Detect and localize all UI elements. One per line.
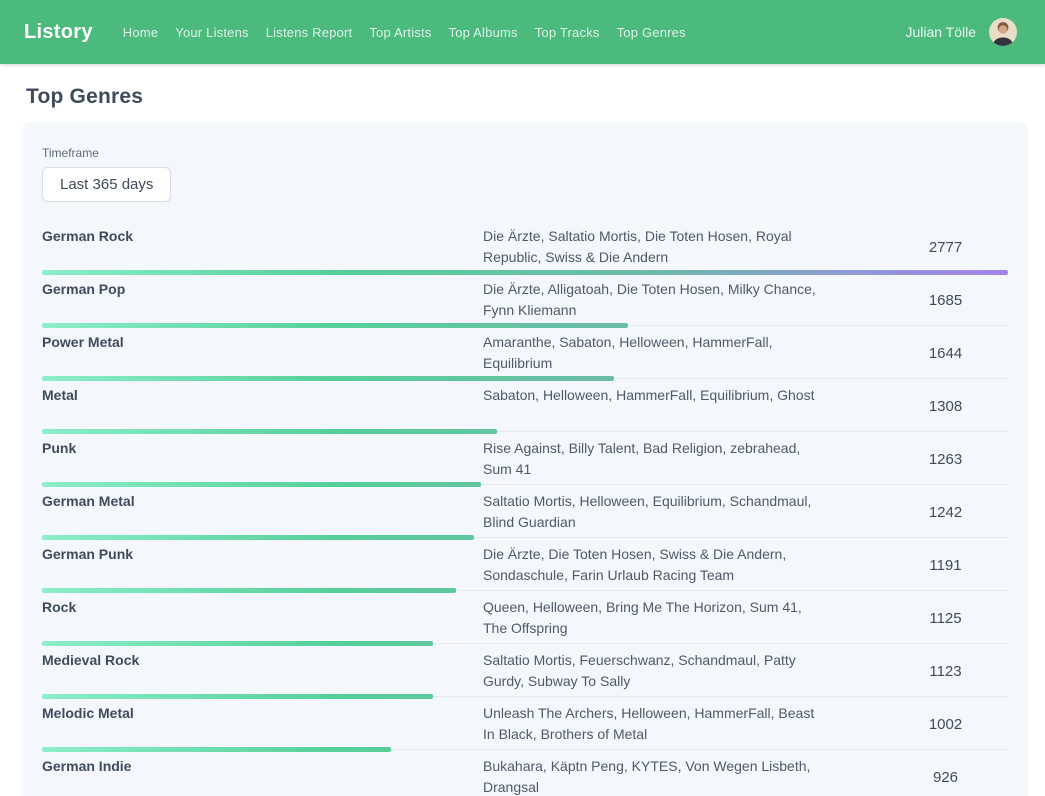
brand-logo[interactable]: Listory	[24, 21, 93, 44]
genre-row-columns: Medieval Rock Saltatio Mortis, Feuerschw…	[42, 650, 1008, 692]
genre-bar-track	[42, 641, 1008, 646]
genre-list: German Rock Die Ärzte, Saltatio Mortis, …	[42, 222, 1008, 796]
nav-item-listens-report[interactable]: Listens Report	[266, 25, 353, 40]
genre-row-columns: German Metal Saltatio Mortis, Helloween,…	[42, 491, 1008, 533]
genre-row-columns: German Pop Die Ärzte, Alligatoah, Die To…	[42, 279, 1008, 321]
genre-bar-track	[42, 429, 1008, 434]
genre-name: German Pop	[42, 279, 483, 321]
genre-row-columns: Power Metal Amaranthe, Sabaton, Hellowee…	[42, 332, 1008, 374]
genre-count: 1125	[883, 610, 1008, 627]
genre-count: 1123	[883, 663, 1008, 680]
nav-links: Home Your Listens Listens Report Top Artist…	[123, 25, 686, 40]
nav-item-top-genres[interactable]: Top Genres	[617, 25, 686, 40]
genre-bar	[42, 482, 481, 487]
genre-count: 1685	[883, 292, 1008, 309]
genre-count: 1242	[883, 504, 1008, 521]
app-navbar: Listory Home Your Listens Listens Report To…	[0, 0, 1045, 64]
user-name: Julian Tölle	[905, 24, 976, 40]
genre-row: German Pop Die Ärzte, Alligatoah, Die To…	[42, 275, 1008, 328]
genre-count: 1644	[883, 345, 1008, 362]
main-content: Top Genres Timeframe Last 365 days Germa…	[0, 85, 1045, 796]
genre-count: 1002	[883, 716, 1008, 733]
genre-bar-track	[42, 323, 1008, 328]
timeframe-group: Timeframe Last 365 days	[42, 146, 1008, 202]
genre-bar-track	[42, 535, 1008, 540]
nav-item-home[interactable]: Home	[123, 25, 158, 40]
genre-count: 1191	[883, 557, 1008, 574]
genre-bar-track	[42, 588, 1008, 593]
genre-artists: Saltatio Mortis, Helloween, Equilibrium,…	[483, 491, 828, 533]
genre-artists: Rise Against, Billy Talent, Bad Religion…	[483, 438, 828, 480]
genre-bar-track	[42, 482, 1008, 487]
genre-count: 926	[883, 769, 1008, 786]
genre-artists: Bukahara, Käptn Peng, KYTES, Von Wegen L…	[483, 756, 828, 796]
genre-bar-track	[42, 694, 1008, 699]
genre-artists: Amaranthe, Sabaton, Helloween, HammerFal…	[483, 332, 828, 374]
genre-row-columns: German Rock Die Ärzte, Saltatio Mortis, …	[42, 226, 1008, 268]
genre-row-columns: German Punk Die Ärzte, Die Toten Hosen, …	[42, 544, 1008, 586]
genre-name: German Indie	[42, 756, 483, 796]
genre-bar	[42, 323, 628, 328]
genre-artists: Die Ärzte, Saltatio Mortis, Die Toten Ho…	[483, 226, 828, 268]
genre-name: German Metal	[42, 491, 483, 533]
genre-bar	[42, 429, 497, 434]
genre-name: Rock	[42, 597, 483, 639]
genre-name: German Punk	[42, 544, 483, 586]
nav-item-your-listens[interactable]: Your Listens	[175, 25, 248, 40]
genre-bar	[42, 641, 433, 646]
genre-artists: Sabaton, Helloween, HammerFall, Equilibr…	[483, 385, 828, 427]
genre-row-columns: Metal Sabaton, Helloween, HammerFall, Eq…	[42, 385, 1008, 427]
nav-item-top-albums[interactable]: Top Albums	[449, 25, 518, 40]
genre-row: German Metal Saltatio Mortis, Helloween,…	[42, 487, 1008, 540]
genre-artists: Die Ärzte, Die Toten Hosen, Swiss & Die …	[483, 544, 828, 586]
genre-artists: Unleash The Archers, Helloween, HammerFa…	[483, 703, 828, 745]
genre-bar	[42, 694, 433, 699]
page-title: Top Genres	[26, 85, 1045, 109]
genre-row: Rock Queen, Helloween, Bring Me The Hori…	[42, 593, 1008, 646]
user-avatar-icon[interactable]	[989, 18, 1017, 46]
genre-count: 2777	[883, 239, 1008, 256]
genre-bar	[42, 747, 391, 752]
genre-bar-track	[42, 376, 1008, 381]
genre-name: Metal	[42, 385, 483, 427]
genre-row-columns: Punk Rise Against, Billy Talent, Bad Rel…	[42, 438, 1008, 480]
nav-item-top-artists[interactable]: Top Artists	[369, 25, 431, 40]
genre-count: 1308	[883, 398, 1008, 415]
genre-row-columns: German Indie Bukahara, Käptn Peng, KYTES…	[42, 756, 1008, 796]
genre-name: Medieval Rock	[42, 650, 483, 692]
genre-name: Power Metal	[42, 332, 483, 374]
genre-row: Punk Rise Against, Billy Talent, Bad Rel…	[42, 434, 1008, 487]
genre-name: German Rock	[42, 226, 483, 268]
genres-card: Timeframe Last 365 days German Rock Die …	[22, 122, 1028, 796]
user-menu[interactable]: Julian Tölle	[905, 18, 1017, 46]
genre-row: German Punk Die Ärzte, Die Toten Hosen, …	[42, 540, 1008, 593]
genre-bar-track	[42, 747, 1008, 752]
genre-artists: Queen, Helloween, Bring Me The Horizon, …	[483, 597, 828, 639]
nav-item-top-tracks[interactable]: Top Tracks	[535, 25, 600, 40]
genre-count: 1263	[883, 451, 1008, 468]
genre-bar	[42, 376, 614, 381]
timeframe-label: Timeframe	[42, 146, 1008, 160]
genre-row: German Indie Bukahara, Käptn Peng, KYTES…	[42, 752, 1008, 796]
genre-artists: Die Ärzte, Alligatoah, Die Toten Hosen, …	[483, 279, 828, 321]
genre-bar-track	[42, 270, 1008, 275]
genre-artists: Saltatio Mortis, Feuerschwanz, Schandmau…	[483, 650, 828, 692]
genre-bar	[42, 588, 456, 593]
genre-name: Punk	[42, 438, 483, 480]
genre-row: Metal Sabaton, Helloween, HammerFall, Eq…	[42, 381, 1008, 434]
genre-bar	[42, 270, 1008, 275]
genre-row: Power Metal Amaranthe, Sabaton, Hellowee…	[42, 328, 1008, 381]
genre-row-columns: Rock Queen, Helloween, Bring Me The Hori…	[42, 597, 1008, 639]
genre-row-columns: Melodic Metal Unleash The Archers, Hello…	[42, 703, 1008, 745]
genre-row: German Rock Die Ärzte, Saltatio Mortis, …	[42, 222, 1008, 275]
timeframe-select[interactable]: Last 365 days	[42, 167, 171, 202]
genre-name: Melodic Metal	[42, 703, 483, 745]
genre-bar	[42, 535, 474, 540]
genre-row: Medieval Rock Saltatio Mortis, Feuerschw…	[42, 646, 1008, 699]
genre-row: Melodic Metal Unleash The Archers, Hello…	[42, 699, 1008, 752]
